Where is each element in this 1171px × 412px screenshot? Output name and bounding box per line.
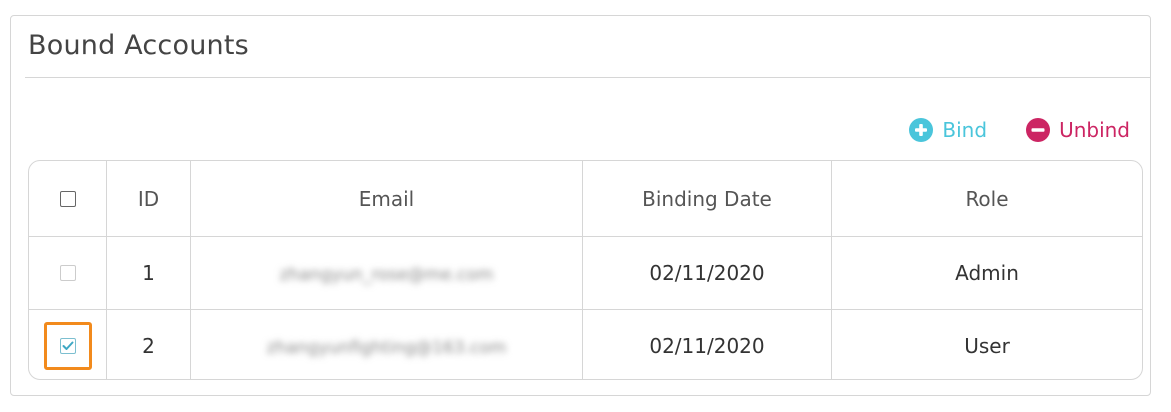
title-divider xyxy=(25,77,1150,78)
checkbox-highlight xyxy=(43,322,92,370)
table-row: 1 zhangyun_rose@me.com 02/11/2020 Admin xyxy=(29,236,1142,310)
row-select-cell xyxy=(29,309,107,379)
bind-button[interactable]: Bind xyxy=(908,117,987,143)
action-bar: Bind Unbind xyxy=(908,117,1130,143)
row-email-cell: zhangyunfighting@163.com xyxy=(190,309,583,379)
checkmark-icon xyxy=(62,341,73,350)
unbind-button[interactable]: Unbind xyxy=(1025,117,1130,143)
header-select-cell xyxy=(29,161,107,237)
panel-title: Bound Accounts xyxy=(28,30,249,61)
table-row: 2 zhangyunfighting@163.com 02/11/2020 Us… xyxy=(29,309,1142,379)
row-binding-date: 02/11/2020 xyxy=(582,309,832,379)
bound-accounts-panel: Bound Accounts Bind Unbind ID Email Bind… xyxy=(10,15,1151,396)
row-checkbox[interactable] xyxy=(59,338,76,354)
table-header-row: ID Email Binding Date Role xyxy=(29,161,1142,237)
row-email: zhangyun_rose@me.com xyxy=(279,265,494,285)
unbind-label: Unbind xyxy=(1059,118,1130,142)
row-role: User xyxy=(964,334,1010,358)
row-select-cell xyxy=(29,236,107,310)
header-id: ID xyxy=(106,161,191,237)
header-binding-date: Binding Date xyxy=(582,161,832,237)
row-role: Admin xyxy=(831,236,1142,310)
select-all-checkbox[interactable] xyxy=(59,190,76,207)
plus-circle-icon xyxy=(909,118,934,142)
row-email: zhangyunfighting@163.com xyxy=(266,338,507,358)
row-id: 2 xyxy=(106,309,191,379)
row-checkbox xyxy=(59,265,76,281)
bind-label: Bind xyxy=(942,118,988,142)
accounts-table: ID Email Binding Date Role 1 zhangyun_ro… xyxy=(28,160,1143,380)
header-role: Role xyxy=(831,161,1142,237)
minus-circle-icon xyxy=(1026,118,1051,142)
row-binding-date: 02/11/2020 xyxy=(582,236,832,310)
header-email: Email xyxy=(190,161,583,237)
row-email-cell: zhangyun_rose@me.com xyxy=(190,236,583,310)
row-id: 1 xyxy=(106,236,191,310)
